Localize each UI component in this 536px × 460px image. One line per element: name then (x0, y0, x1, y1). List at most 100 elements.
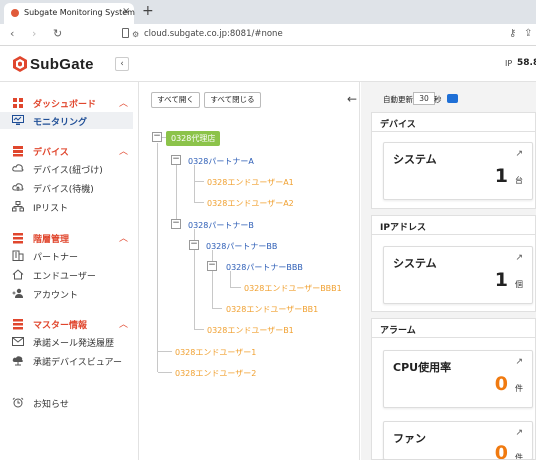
tree-node-enduser-bb1[interactable]: 0328エンドユーザーBB1 (226, 304, 318, 315)
site-settings-icon[interactable]: ⚙ (132, 30, 139, 39)
card-unit: 個 (515, 280, 523, 289)
sidebar-item-notice[interactable]: お知らせ (0, 394, 133, 411)
sidebar-section-label: デバイス (33, 148, 69, 158)
tab-title: Subgate Monitoring System (24, 8, 135, 17)
hierarchy-icon (13, 233, 23, 244)
section-divider (371, 131, 536, 132)
ip-system-card[interactable]: システム ↗ 1 個 (383, 246, 533, 304)
tree-node-enduser-b1[interactable]: 0328エンドユーザーB1 (207, 325, 294, 336)
tree-toggle-partner-b[interactable]: − (171, 219, 181, 229)
back-arrow-icon[interactable]: ← (347, 92, 357, 106)
sidebar-item-account[interactable]: アカウント (0, 285, 133, 302)
address-bar: ‹ › ↻ ⚙ cloud.subgate.co.jp:8081/#none ⚷… (0, 24, 536, 46)
cloud-upload-icon (12, 183, 24, 191)
sidebar-item-label: デバイス(紐づけ) (33, 166, 103, 176)
sidebar-item-device-linked[interactable]: デバイス(紐づけ) (0, 160, 133, 177)
sidebar-section-dashboard[interactable]: ダッシュボード ︿ (0, 95, 139, 111)
tree-line (212, 308, 222, 309)
device-system-card[interactable]: システム ↗ 1 台 (383, 142, 533, 200)
device-section-title: デバイス (380, 120, 416, 130)
cpu-alarm-card[interactable]: CPU使用率 ↗ 0 件 (383, 350, 533, 408)
card-value: 0 (494, 373, 508, 395)
dashboard-icon (13, 98, 23, 108)
favicon-icon (11, 9, 19, 17)
fan-alarm-card[interactable]: ファン ↗ 0 件 (383, 421, 533, 460)
tree-toggle-root[interactable]: − (152, 132, 162, 142)
tree-node-enduser-1[interactable]: 0328エンドユーザー1 (175, 347, 256, 358)
chevron-up-icon: ︿ (119, 320, 129, 330)
ip-label: IP (505, 59, 513, 68)
tree-node-enduser-a2[interactable]: 0328エンドユーザーA2 (207, 198, 294, 209)
external-link-icon[interactable]: ↗ (515, 428, 523, 438)
browser-tab-bar: Subgate Monitoring System × + (0, 0, 536, 24)
auto-refresh-unit: 秒 (434, 95, 442, 104)
tree-line (194, 329, 204, 330)
tree-toggle-partner-bb[interactable]: − (189, 240, 199, 250)
tree-node-enduser-a1[interactable]: 0328エンドユーザーA1 (207, 177, 294, 188)
sidebar-section-label: 階層管理 (33, 235, 70, 245)
tree-toggle-partner-bbb[interactable]: − (207, 261, 217, 271)
browser-tab[interactable]: Subgate Monitoring System × (4, 3, 135, 24)
sidebar-item-monitoring[interactable]: モニタリング (0, 112, 133, 129)
auto-refresh-label: 自動更新 (383, 95, 413, 104)
ip-section-title: IPアドレス (380, 223, 426, 233)
sidebar-item-label: 承諾デバイスビュアー (33, 358, 123, 368)
home-icon (12, 269, 24, 280)
tree-line (230, 287, 241, 288)
tree-line (194, 202, 204, 203)
sidebar-item-ip-list[interactable]: IPリスト (0, 198, 133, 215)
sidebar-item-label: アカウント (33, 291, 79, 301)
tab-close-button[interactable]: × (122, 6, 130, 17)
chevron-up-icon: ︿ (119, 234, 129, 244)
sidebar-section-device[interactable]: デバイス ︿ (0, 143, 139, 159)
sidebar-item-device-standby[interactable]: デバイス(待機) (0, 179, 133, 196)
reload-icon[interactable]: ↻ (53, 27, 62, 40)
external-link-icon[interactable]: ↗ (515, 357, 523, 367)
refresh-toggle-icon[interactable] (447, 94, 458, 103)
share-icon[interactable]: ⇪ (524, 28, 532, 39)
chevron-up-icon: ︿ (119, 99, 129, 109)
tree-node-partner-a[interactable]: 0328パートナーA (188, 156, 254, 167)
sidebar-item-mail-history[interactable]: 承諾メール発送履歴 (0, 333, 133, 350)
sidebar-section-label: ダッシュボード (33, 100, 97, 110)
card-value: 0 (494, 442, 508, 460)
tree-line (194, 181, 204, 182)
cloud-link-icon (12, 164, 24, 172)
new-tab-button[interactable]: + (142, 3, 154, 19)
tree-node-enduser-bbb1[interactable]: 0328エンドユーザーBBB1 (244, 283, 342, 294)
section-divider (371, 234, 536, 235)
bookmark-icon[interactable] (122, 28, 129, 38)
forward-icon[interactable]: › (32, 27, 36, 40)
sidebar-item-label: エンドユーザー (33, 272, 96, 282)
sidebar-section-master[interactable]: マスター情報 ︿ (0, 316, 139, 332)
expand-all-button[interactable]: すべて開く (151, 92, 200, 108)
tree-line (158, 351, 172, 352)
tree-node-partner-bbb[interactable]: 0328パートナーBBB (226, 262, 303, 273)
tree-node-partner-bb[interactable]: 0328パートナーBB (206, 241, 277, 252)
back-icon[interactable]: ‹ (10, 27, 14, 40)
sidebar-collapse-button[interactable]: ‹ (115, 57, 129, 71)
card-title: システム (393, 153, 437, 166)
sidebar-section-hierarchy[interactable]: 階層管理 ︿ (0, 230, 139, 246)
key-icon[interactable]: ⚷ (509, 28, 516, 39)
tree-line (176, 164, 177, 224)
sidebar-item-enduser[interactable]: エンドユーザー (0, 266, 133, 283)
tree-line (230, 271, 231, 288)
sidebar-item-device-viewer[interactable]: 承諾デバイスビュアー (0, 352, 133, 369)
tree-node-root[interactable]: 0328代理店 (166, 131, 221, 146)
tree-line (158, 372, 172, 373)
external-link-icon[interactable]: ↗ (515, 149, 523, 159)
sidebar-item-label: 承諾メール発送履歴 (33, 339, 115, 349)
card-value: 1 (494, 165, 508, 187)
external-link-icon[interactable]: ↗ (515, 253, 523, 263)
chevron-up-icon: ︿ (119, 147, 129, 157)
auto-refresh-input[interactable]: 30 (413, 92, 435, 105)
sidebar: ダッシュボード ︿ モニタリング デバイス ︿ デバイス(紐づけ) デバイス(待… (0, 82, 139, 460)
sidebar-item-partner[interactable]: パートナー (0, 247, 133, 264)
tree-node-partner-b[interactable]: 0328パートナーB (188, 220, 254, 231)
tree-node-enduser-2[interactable]: 0328エンドユーザー2 (175, 368, 256, 379)
tree-line (157, 143, 158, 372)
tree-toggle-partner-a[interactable]: − (171, 155, 181, 165)
collapse-all-button[interactable]: すべて閉じる (204, 92, 261, 108)
url-field[interactable]: cloud.subgate.co.jp:8081/#none (144, 29, 283, 39)
